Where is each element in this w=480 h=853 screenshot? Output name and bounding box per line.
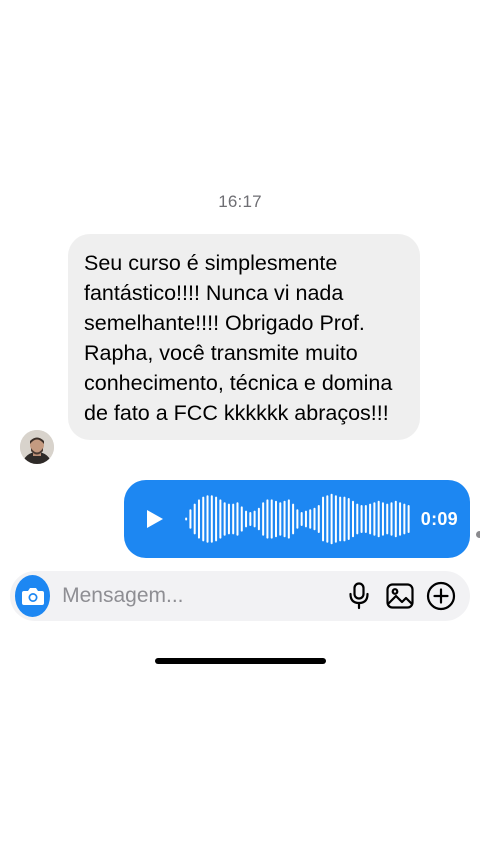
waveform-bar bbox=[352, 500, 354, 538]
waveform-bar bbox=[330, 493, 333, 545]
waveform-bar bbox=[274, 500, 277, 538]
waveform-bar bbox=[266, 499, 269, 539]
waveform-bar bbox=[253, 510, 256, 528]
waveform-bar bbox=[304, 510, 307, 528]
waveform-bar bbox=[270, 499, 273, 539]
image-icon[interactable] bbox=[386, 579, 414, 613]
avatar[interactable] bbox=[20, 430, 54, 464]
waveform-bar bbox=[287, 499, 290, 539]
waveform-bar bbox=[215, 496, 218, 542]
waveform-bar bbox=[381, 502, 384, 536]
seen-indicator bbox=[476, 531, 480, 538]
waveform-bar bbox=[296, 509, 299, 529]
waveform-bar bbox=[262, 502, 265, 536]
waveform-bar bbox=[390, 502, 393, 536]
waveform-bar bbox=[326, 495, 329, 543]
waveform-bar bbox=[309, 509, 312, 529]
waveform-bar bbox=[373, 502, 376, 536]
waveform-bar bbox=[343, 496, 346, 542]
waveform-bar bbox=[386, 503, 389, 535]
waveform-bar bbox=[245, 510, 248, 528]
waveform-bar bbox=[249, 512, 252, 526]
waveform-bar bbox=[197, 499, 200, 539]
waveform-bar bbox=[313, 507, 316, 531]
home-indicator bbox=[155, 658, 326, 664]
waveform-bar bbox=[369, 503, 372, 535]
play-icon[interactable] bbox=[146, 508, 166, 530]
audio-duration: 0:09 bbox=[420, 508, 458, 529]
audio-waveform[interactable] bbox=[184, 491, 411, 547]
waveform-bar bbox=[360, 505, 363, 533]
waveform-bar bbox=[317, 505, 320, 533]
waveform-bar bbox=[377, 500, 380, 538]
timestamp: 16:17 bbox=[218, 192, 262, 211]
waveform-bar bbox=[210, 495, 213, 543]
waveform-bar bbox=[240, 506, 243, 532]
incoming-message-text: Seu curso é simplesmente fantástico!!!! … bbox=[84, 251, 393, 425]
waveform-bar bbox=[399, 502, 402, 536]
plus-circle-icon[interactable] bbox=[426, 579, 456, 613]
incoming-message-bubble[interactable]: Seu curso é simplesmente fantástico!!!! … bbox=[68, 234, 420, 440]
waveform-bar bbox=[407, 505, 410, 533]
waveform-bar bbox=[292, 503, 295, 535]
waveform-bar bbox=[185, 517, 188, 521]
waveform-bar bbox=[202, 496, 205, 542]
waveform-bar bbox=[257, 507, 260, 531]
waveform-bar bbox=[339, 496, 342, 542]
waveform-bar bbox=[403, 503, 406, 535]
waveform-bar bbox=[279, 502, 282, 536]
waveform-bar bbox=[219, 499, 222, 539]
waveform-bar bbox=[227, 503, 230, 535]
waveform-bar bbox=[232, 503, 235, 535]
waveform-bar bbox=[322, 496, 325, 542]
waveform-bar bbox=[300, 512, 303, 526]
message-composer bbox=[10, 571, 470, 621]
waveform-bar bbox=[193, 503, 196, 535]
waveform-bar bbox=[223, 502, 226, 536]
camera-icon[interactable] bbox=[15, 575, 51, 617]
waveform-bar bbox=[394, 500, 397, 538]
waveform-bar bbox=[283, 500, 286, 538]
waveform-bar bbox=[236, 502, 239, 536]
message-input[interactable] bbox=[62, 584, 334, 608]
outgoing-audio-message[interactable]: 0:09 bbox=[124, 480, 470, 558]
microphone-icon[interactable] bbox=[345, 579, 373, 613]
waveform-bar bbox=[206, 495, 209, 543]
waveform-bar bbox=[356, 503, 359, 535]
waveform-bar bbox=[189, 509, 192, 529]
waveform-bar bbox=[364, 505, 367, 533]
waveform-bar bbox=[334, 495, 337, 543]
waveform-bar bbox=[347, 498, 350, 540]
